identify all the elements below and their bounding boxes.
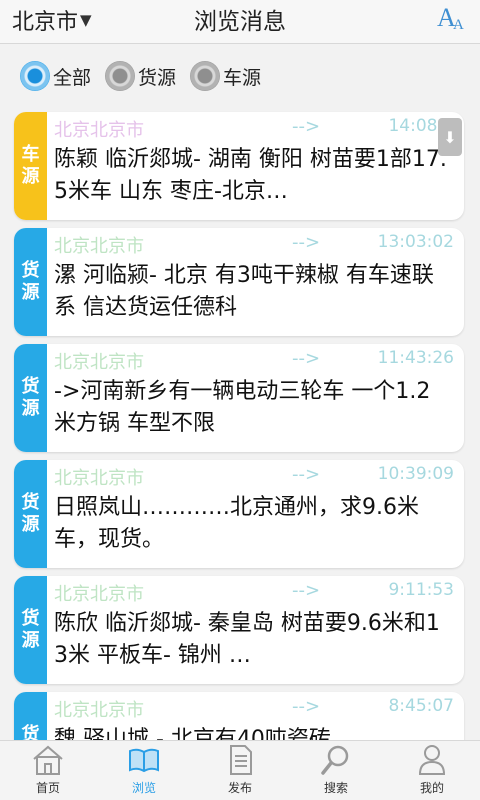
- type-tag: 货源: [14, 576, 47, 684]
- message-text: 陈颖 临沂郯城- 湖南 衡阳 树苗要1部17.5米车 山东 枣庄-北京…: [54, 147, 447, 204]
- bottom-tab-bar: 首页 浏览 发布 搜索 我的: [0, 740, 480, 800]
- message-filter: 全部 货源 车源: [0, 45, 480, 107]
- route-meta: 北京北京市 --> 8:45:07: [54, 696, 454, 722]
- tab-publish-label: 发布: [227, 781, 252, 795]
- timestamp: 8:45:07: [388, 696, 454, 716]
- type-tag: 货源: [14, 692, 47, 740]
- filter-cargo-label: 货源: [138, 66, 177, 89]
- route-arrow: -->: [292, 696, 321, 717]
- filter-all[interactable]: 全部: [20, 61, 91, 91]
- origin: 北京北京市: [54, 352, 144, 373]
- book-icon: [129, 748, 159, 773]
- message-text: 日照岚山…………北京通州，求9.6米车，现货。: [54, 495, 419, 552]
- type-tag: 货源: [14, 460, 47, 568]
- message-text: 魏 驿山城 - 北京有40吨瓷砖: [54, 727, 331, 740]
- route-meta: 北京北京市 --> 13:03:02: [54, 232, 454, 258]
- type-tag: 车源: [14, 112, 47, 220]
- route-arrow: -->: [292, 348, 321, 369]
- tab-browse-label: 浏览: [131, 781, 156, 795]
- timestamp: 13:03:02: [377, 232, 454, 252]
- message-card[interactable]: 货源 北京北京市 --> 10:39:09 日照岚山…………北京通州，求9.6米…: [14, 460, 464, 568]
- timestamp: 11:43:26: [377, 348, 454, 368]
- message-card[interactable]: 货源 北京北京市 --> 13:03:02 漯 河临颍- 北京 有3吨干辣椒 有…: [14, 228, 464, 336]
- origin: 北京北京市: [54, 584, 144, 605]
- home-icon: [33, 745, 63, 775]
- app-header: 北京市 ▼ 浏览消息 A A: [0, 0, 480, 44]
- tab-search-label: 搜索: [323, 781, 348, 795]
- filter-truck[interactable]: 车源: [190, 61, 261, 91]
- origin: 北京北京市: [54, 700, 144, 721]
- svg-text:A: A: [453, 17, 464, 32]
- route-arrow: -->: [292, 116, 321, 137]
- route-meta: 北京北京市 --> 11:43:26: [54, 348, 454, 374]
- tab-mine-label: 我的: [419, 781, 444, 795]
- route-meta: 北京北京市 --> 14:08:5: [54, 116, 454, 142]
- tab-search[interactable]: 搜索: [288, 741, 384, 800]
- route-arrow: -->: [292, 580, 321, 601]
- type-tag: 货源: [14, 344, 47, 452]
- route-meta: 北京北京市 --> 10:39:09: [54, 464, 454, 490]
- message-card[interactable]: 货源 北京北京市 --> 8:45:07 魏 驿山城 - 北京有40吨瓷砖: [14, 692, 464, 740]
- filter-cargo[interactable]: 货源: [105, 61, 176, 91]
- message-text: 陈欣 临沂郯城- 秦皇岛 树苗要9.6米和13米 平板车- 锦州 …: [54, 611, 440, 668]
- message-card[interactable]: 货源 北京北京市 --> 9:11:53 陈欣 临沂郯城- 秦皇岛 树苗要9.6…: [14, 576, 464, 684]
- filter-truck-label: 车源: [223, 66, 262, 89]
- radio-unselected-icon: [105, 61, 136, 91]
- route-arrow: -->: [292, 232, 321, 253]
- type-tag: 货源: [14, 228, 47, 336]
- tab-home-label: 首页: [35, 781, 60, 795]
- message-card[interactable]: 车源 北京北京市 --> 14:08:5 陈颖 临沂郯城- 湖南 衡阳 树苗要1…: [14, 112, 464, 220]
- document-icon: [230, 745, 252, 775]
- radio-unselected-icon: [190, 61, 221, 91]
- message-card[interactable]: 货源 北京北京市 --> 11:43:26 ->河南新乡有一辆电动三轮车 一个1…: [14, 344, 464, 452]
- page-title: 浏览消息: [194, 9, 286, 35]
- user-icon: [418, 745, 446, 775]
- filter-all-label: 全部: [53, 66, 92, 89]
- tab-mine[interactable]: 我的: [384, 741, 480, 800]
- origin: 北京北京市: [54, 468, 144, 489]
- route-meta: 北京北京市 --> 9:11:53: [54, 580, 454, 606]
- tab-publish[interactable]: 发布: [192, 741, 288, 800]
- radio-selected-icon: [20, 61, 50, 91]
- message-list[interactable]: 车源 北京北京市 --> 14:08:5 陈颖 临沂郯城- 湖南 衡阳 树苗要1…: [0, 108, 480, 740]
- timestamp: 9:11:53: [388, 580, 454, 600]
- tab-home[interactable]: 首页: [0, 741, 96, 800]
- search-icon: [321, 745, 349, 775]
- timestamp: 10:39:09: [377, 464, 454, 484]
- tab-browse[interactable]: 浏览: [96, 741, 192, 800]
- origin: 北京北京市: [54, 236, 144, 257]
- message-text: 漯 河临颍- 北京 有3吨干辣椒 有车速联系 信达货运任德科: [54, 263, 434, 320]
- scroll-down-icon[interactable]: ⬇: [438, 118, 462, 156]
- font-size-icon[interactable]: A A: [436, 2, 468, 32]
- message-text: ->河南新乡有一辆电动三轮车 一个1.2米方锅 车型不限: [54, 379, 431, 436]
- origin: 北京北京市: [54, 120, 144, 141]
- route-arrow: -->: [292, 464, 321, 485]
